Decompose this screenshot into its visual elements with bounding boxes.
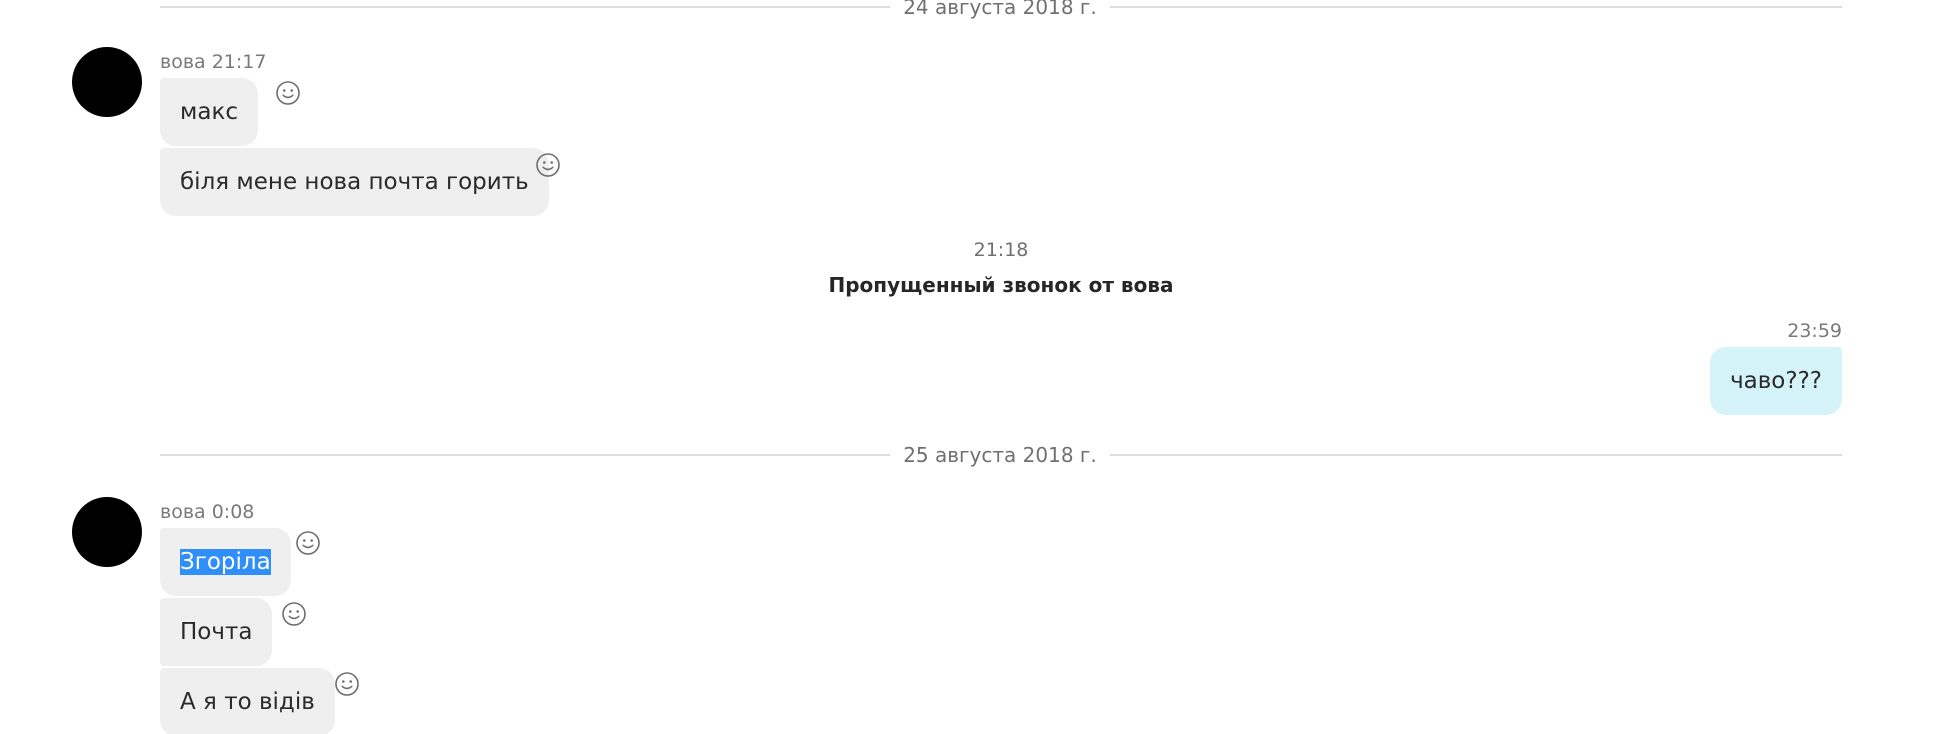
date-separator: 24 августа 2018 г. <box>160 0 1842 19</box>
date-label: 24 августа 2018 г. <box>903 0 1097 19</box>
sender-name-time: вова 0:08 <box>160 501 255 523</box>
avatar[interactable] <box>72 497 142 567</box>
separator-line <box>160 454 890 456</box>
message-bubble[interactable]: макс <box>160 78 258 146</box>
outgoing-time: 23:59 <box>1787 320 1842 342</box>
smiley-icon[interactable] <box>334 671 360 697</box>
separator-line <box>160 6 890 8</box>
message-text: Почта <box>180 619 253 645</box>
message-bubble[interactable]: Згоріла <box>160 528 291 596</box>
smiley-icon[interactable] <box>535 152 561 178</box>
separator-line <box>1110 454 1842 456</box>
message-text: макс <box>180 99 238 125</box>
chat-history: 24 августа 2018 г. вова 21:17 макс біля … <box>0 0 1956 734</box>
smiley-icon[interactable] <box>275 80 301 106</box>
smiley-icon[interactable] <box>281 601 307 627</box>
message-text: біля мене нова почта горить <box>180 169 529 195</box>
message-bubble[interactable]: Почта <box>160 598 273 666</box>
missed-call-notice: Пропущенный звонок от вова <box>828 273 1174 297</box>
separator-line <box>1110 6 1842 8</box>
sender-name-time: вова 21:17 <box>160 51 267 73</box>
message-bubble[interactable]: біля мене нова почта горить <box>160 148 549 216</box>
call-time: 21:18 <box>973 239 1029 261</box>
message-text-selected[interactable]: Згоріла <box>180 549 271 575</box>
date-label: 25 августа 2018 г. <box>903 443 1097 467</box>
outgoing-message-bubble[interactable]: чаво??? <box>1710 347 1842 415</box>
message-text: А я то відів <box>180 689 315 715</box>
message-text: чаво??? <box>1730 368 1822 394</box>
smiley-icon[interactable] <box>295 530 321 556</box>
message-bubble[interactable]: А я то відів <box>160 668 335 734</box>
date-separator: 25 августа 2018 г. <box>160 443 1842 467</box>
avatar[interactable] <box>72 47 142 117</box>
